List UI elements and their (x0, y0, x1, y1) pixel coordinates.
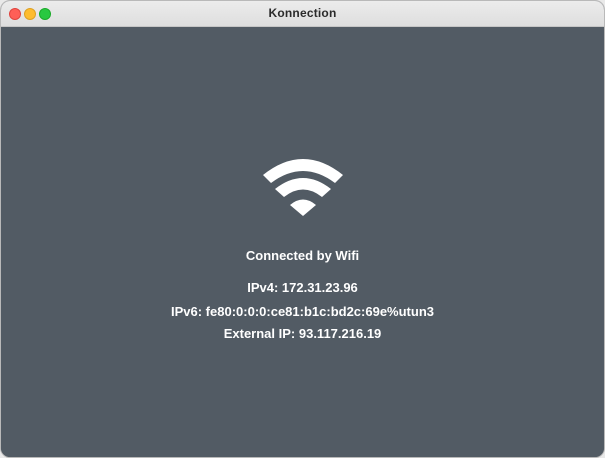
connection-status-label: Connected by Wifi (245, 248, 360, 263)
wifi-wedge-inner (290, 199, 316, 216)
main-content: Connected by Wifi IPv4: 172.31.23.96 IPv… (1, 27, 604, 457)
wifi-icon (263, 159, 343, 216)
wifi-arc-middle (275, 178, 331, 197)
app-window: Konnection Connected by Wifi IPv4: 172.3… (0, 0, 605, 458)
ipv4-address: IPv4: 172.31.23.96 (247, 280, 358, 295)
title-bar[interactable]: Konnection (1, 1, 604, 27)
external-ip-address: External IP: 93.117.216.19 (223, 326, 382, 341)
ipv6-address: IPv6: fe80:0:0:0:ce81:b1c:bd2c:69e%utun3 (171, 304, 434, 319)
window-title: Konnection (268, 6, 337, 20)
